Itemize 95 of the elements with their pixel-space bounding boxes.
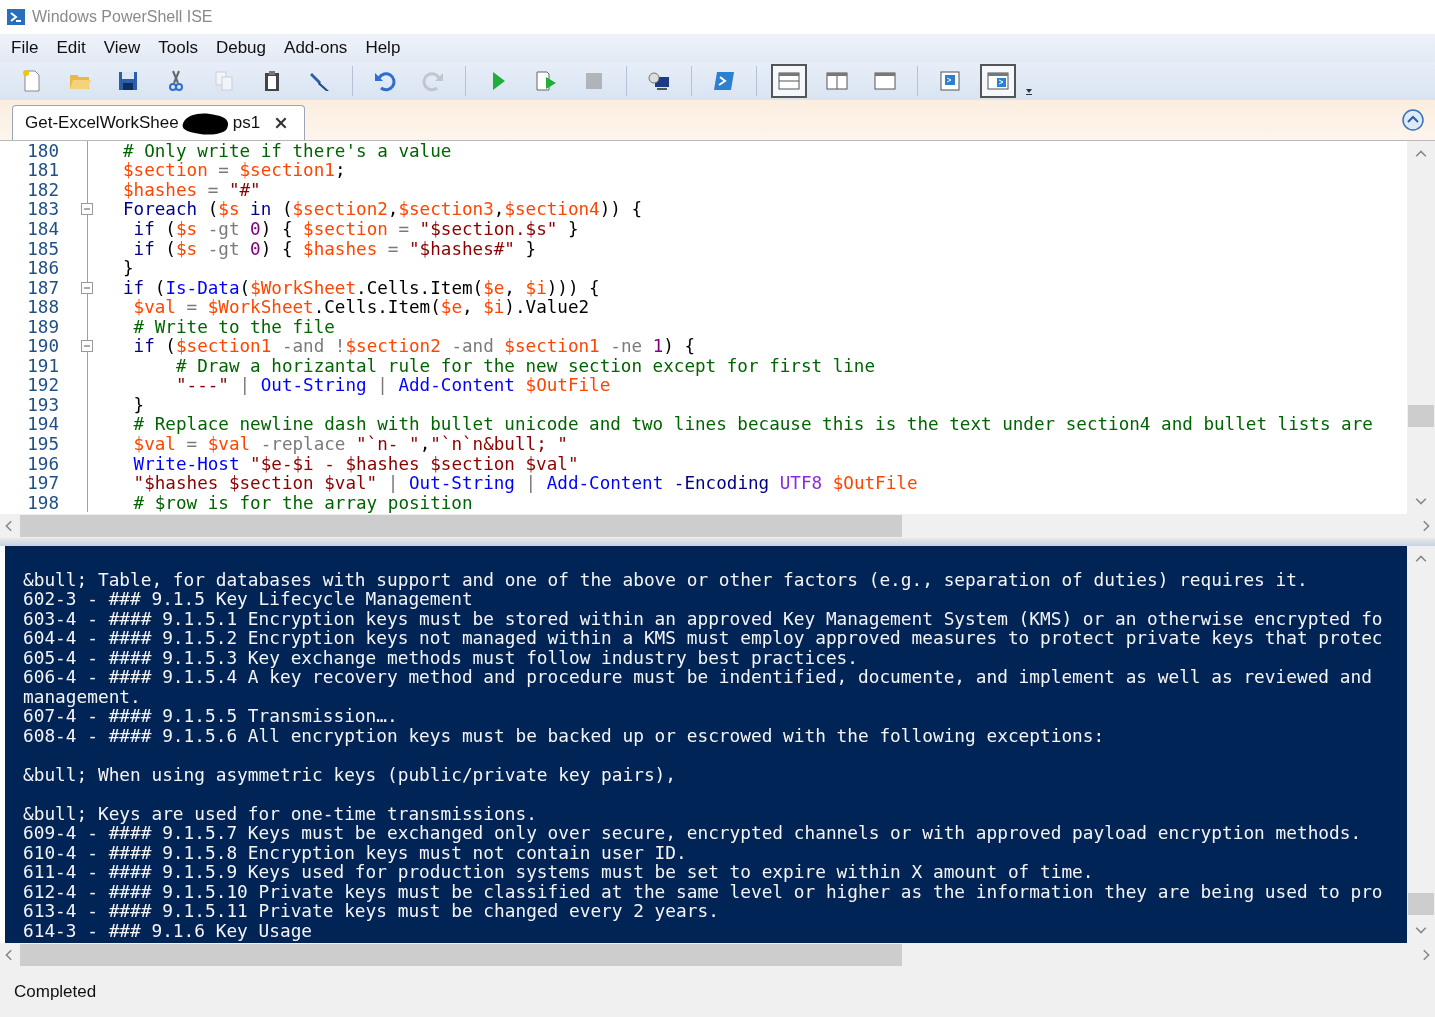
console-output-line: 607-4 - #### 9.1.5.5 Transmission…. (23, 706, 399, 726)
line-number: 196 (26, 453, 59, 474)
run-selection-icon (534, 69, 558, 93)
line-number: 187 (26, 277, 59, 298)
code-line: $val = $val -replace "`n- ","`n`n&bull; " (132, 434, 568, 454)
undo-arrow-icon (373, 69, 397, 93)
line-number: 194 (26, 414, 59, 435)
code-line: $section = $section1; (122, 160, 346, 181)
scroll-thumb[interactable] (20, 944, 902, 966)
console-output-line: &bull; When using asymmetric keys (public/private key pairs), (23, 764, 678, 784)
fold-toggle-icon[interactable] (81, 340, 93, 353)
code-line: } (132, 394, 145, 415)
menu-item[interactable]: Tools (149, 36, 207, 60)
line-number: 198 (26, 492, 59, 513)
console-output-line: 602-3 - ### 9.1.5 Key Lifecycle Management (23, 589, 474, 609)
line-number: 180 (26, 141, 59, 161)
console-output-line: 604-4 - #### 9.1.5.2 Encryption keys not managed within a KMS must employ approved measures to protect private keys that protec (23, 628, 1384, 648)
layout-button[interactable] (771, 64, 807, 98)
line-number: 189 (26, 316, 59, 337)
powershell-icon (712, 69, 736, 93)
console-output-line: management. (23, 686, 142, 706)
code-line: Foreach ($s in ($section2,$section3,$section4)) { (122, 199, 643, 220)
code-line: # $row is for the array position (132, 492, 473, 513)
console-output-line: 605-4 - #### 9.1.5.3 Key exchange methods must follow industry best practices. (23, 647, 858, 667)
tab-title-end: ps1 (232, 113, 261, 133)
console-output-line: 611-4 - #### 9.1.5.9 Keys used for production systems must be set to expire within X amount of time. (23, 862, 1095, 882)
console-output-line: 609-4 - #### 9.1.5.7 Keys must be exchanged only over secure, encrypted channels or with approved payload encryption methods. (23, 823, 1363, 843)
code-line: $hashes = "#" (122, 179, 261, 200)
script-pane-icon (938, 69, 962, 93)
line-number: 182 (26, 179, 59, 200)
code-line: # Only write if there's a value (122, 141, 452, 161)
code-line: if (Is-Data($WorkSheet.Cells.Item($e, $i))) { (122, 277, 600, 298)
line-number: 181 (26, 160, 59, 181)
menu-item[interactable]: Add-ons (275, 36, 357, 60)
window-title: Windows PowerShell ISE (32, 8, 213, 26)
line-number: 183 (26, 199, 59, 220)
console-pane-icon (986, 69, 1010, 93)
horizontal-scrollbar[interactable] (0, 943, 1435, 967)
redo-arrow-icon (421, 69, 445, 93)
fold-toggle-icon[interactable] (81, 281, 93, 294)
console-output-line: 612-4 - #### 9.1.5.10 Private keys must be classified at the same level or higher as the information they are being used to pro (23, 881, 1384, 901)
code-line: if ($section1 -and !$section2 -and $section1 -ne 1) { (132, 336, 696, 357)
vertical-scrollbar[interactable] (1407, 141, 1435, 514)
menu-item[interactable]: View (94, 36, 150, 60)
code-line: # Replace newline dash with bullet unicode and two lines because this is the text under section4 and bullet lists are (132, 414, 1373, 435)
line-number: 192 (26, 375, 59, 396)
code-line: if ($s -gt 0) { $section = "$section.$s" } (132, 218, 579, 239)
console-output-line: &bull; Table, for databases with support and one of the above or other factors (e.g., separation of duties) requires it. (23, 569, 1309, 589)
line-number: 188 (26, 297, 59, 318)
console-output-line: 603-4 - #### 9.1.5.1 Encryption keys must be stored within an approved Key Management System (KMS) or an otherwise encrypted fo (23, 608, 1384, 628)
line-number: 184 (26, 218, 59, 239)
line-number: 195 (26, 434, 59, 454)
code-line: $val = $WorkSheet.Cells.Item($e, $i).Value2 (132, 297, 590, 318)
pane-top-icon (777, 69, 801, 93)
console-output-line: 608-4 - #### 9.1.5.6 All encryption keys must be backed up or escrowed with the following exceptions: (23, 725, 1106, 745)
console-output-line: 614-3 - ### 9.1.6 Key Usage (23, 920, 314, 940)
menu-item[interactable]: Edit (47, 36, 95, 60)
line-number: 185 (26, 238, 59, 259)
status-text: Completed (14, 982, 97, 1002)
pane-maximize-icon (873, 69, 897, 93)
scroll-thumb[interactable] (1408, 893, 1434, 915)
script-tab[interactable]: Get-ExcelWorkShee ps1 (12, 105, 306, 140)
line-number: 186 (26, 258, 59, 279)
console-output-line: 610-4 - #### 9.1.5.8 Encryption keys must not contain user ID. (23, 842, 688, 862)
code-line: # Write to the file (132, 316, 335, 337)
horizontal-scrollbar[interactable] (0, 514, 1435, 538)
powershell-icon (6, 7, 26, 27)
code-line: Write-Host "$e-$i - $hashes $section $val" (132, 453, 579, 474)
code-line: "---" | Out-String | Add-Content $OutFile (174, 375, 611, 396)
console-output-line: 613-4 - #### 9.1.5.11 Private keys must be changed every 2 years. (23, 901, 720, 921)
scroll-thumb[interactable] (1408, 405, 1434, 427)
line-number: 191 (26, 355, 59, 376)
computer-icon (647, 69, 671, 93)
pane-right-icon (825, 69, 849, 93)
code-line: if ($s -gt 0) { $hashes = "$hashes#" } (132, 238, 537, 259)
overflow-caret-icon[interactable] (1024, 86, 1034, 96)
line-number: 193 (26, 394, 59, 415)
scroll-thumb[interactable] (20, 515, 902, 537)
menu-item[interactable]: File (2, 36, 48, 60)
collapse-pane-icon[interactable] (1401, 108, 1425, 132)
code-line: } (122, 258, 134, 279)
vertical-scrollbar[interactable] (1407, 546, 1435, 943)
show-console-button[interactable] (980, 64, 1016, 98)
code-line: # Draw a horizantal rule for the new section except for first line (174, 355, 876, 376)
menu-item[interactable]: Help (356, 36, 410, 60)
fold-toggle-icon[interactable] (81, 203, 93, 216)
tab-title-start: Get-ExcelWorkShee (25, 113, 179, 133)
console-output-line: &bull; Keys are used for one-time transmissions. (23, 803, 538, 823)
line-number: 197 (26, 473, 59, 494)
menu-item[interactable]: Debug (206, 36, 276, 60)
line-number: 190 (26, 336, 59, 357)
code-line: "$hashes $section $val" | Out-String | Add-Content -Encoding UTF8 $OutFile (132, 473, 918, 494)
copy-icon (212, 69, 236, 93)
console-output-line: 606-4 - #### 9.1.5.4 A key recovery method and procedure must be indentified, documente, and implement as well as reviewed and (23, 667, 1373, 687)
close-icon[interactable] (274, 116, 289, 130)
